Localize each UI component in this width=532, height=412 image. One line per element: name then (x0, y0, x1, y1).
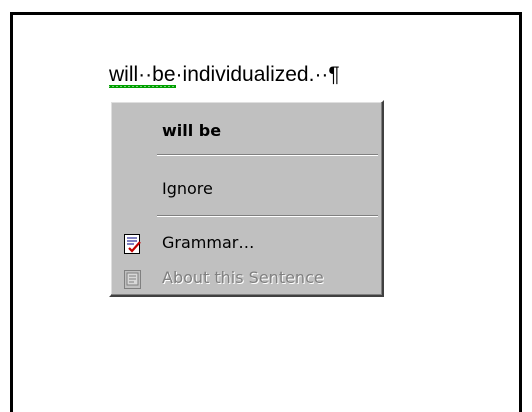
ignore-label: Ignore (162, 179, 213, 198)
word-will: will (109, 63, 139, 86)
word-be: be (152, 63, 176, 86)
document-text-line[interactable]: will··be·individualized.··¶ (109, 60, 340, 90)
remaining-text: ·individualized.··¶ (175, 63, 340, 86)
about-label: About this Sentence (162, 268, 324, 287)
ignore-menu-item[interactable]: Ignore (111, 174, 382, 204)
flagged-word-will[interactable]: will··be (109, 63, 176, 88)
suggestion-menu-item[interactable]: will be (111, 116, 382, 146)
grammar-menu-item[interactable]: Grammar… (111, 228, 382, 258)
grammar-check-icon (123, 233, 143, 255)
grammar-context-menu: will be Ignore Grammar… About this Sente… (109, 100, 384, 297)
about-sentence-menu-item: About this Sentence (111, 263, 382, 293)
suggestion-label: will be (162, 121, 222, 140)
space-marks: ·· (138, 63, 153, 86)
menu-separator (157, 154, 378, 156)
menu-separator (157, 215, 378, 217)
about-sentence-icon (123, 268, 143, 290)
grammar-label: Grammar… (162, 233, 255, 252)
